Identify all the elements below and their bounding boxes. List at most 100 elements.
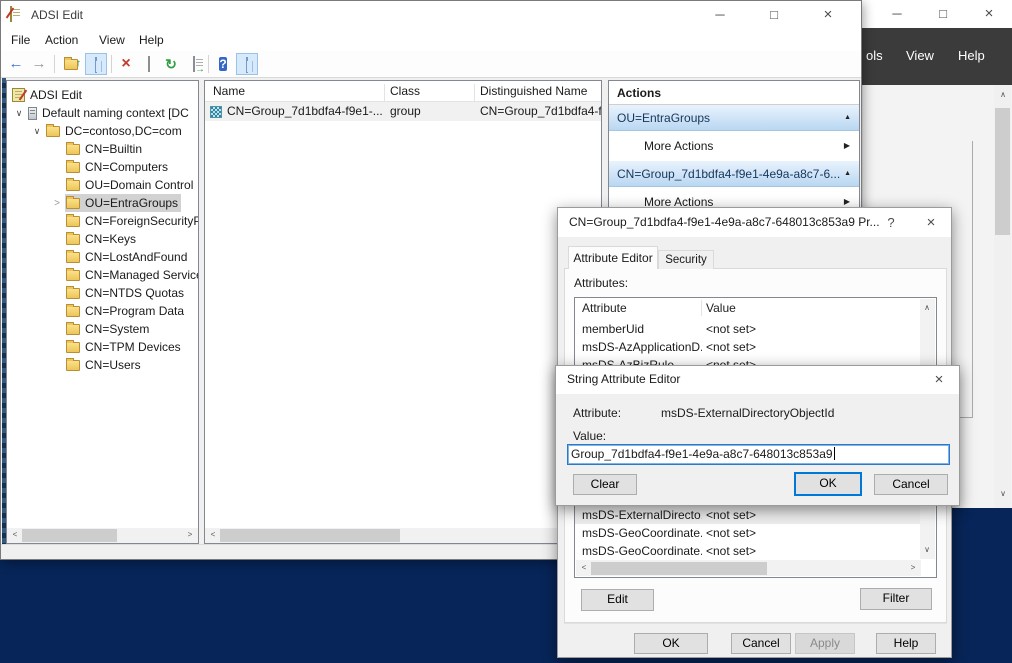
- tree-item-dc-contoso[interactable]: DC=contoso,DC=com: [7, 122, 198, 140]
- tree-item-adsi-edit[interactable]: ADSI Edit: [7, 86, 198, 104]
- column-separator[interactable]: [701, 300, 702, 316]
- scroll-down-icon[interactable]: [996, 487, 1010, 501]
- forward-icon[interactable]: →: [28, 53, 50, 75]
- apply-button[interactable]: Apply: [795, 633, 855, 654]
- dialog-titlebar[interactable]: String Attribute Editor: [556, 366, 959, 394]
- refresh-icon[interactable]: ↻: [160, 53, 182, 75]
- server-manager-scrollbar[interactable]: [994, 85, 1011, 508]
- menu-view[interactable]: View: [99, 33, 125, 47]
- tree-item-cn-builtin[interactable]: CN=Builtin: [7, 140, 198, 158]
- menu-action[interactable]: Action: [45, 33, 78, 47]
- value-input[interactable]: Group_7d1bdfa4-f9e1-4e9a-a8c7-648013c853…: [567, 444, 950, 465]
- menu-item-help[interactable]: Help: [958, 48, 985, 63]
- list-horizontal-scrollbar[interactable]: [205, 528, 601, 543]
- close-icon[interactable]: [915, 208, 947, 237]
- minimize-icon[interactable]: [874, 0, 920, 28]
- maximize-icon[interactable]: [920, 0, 966, 28]
- adsi-titlebar[interactable]: ADSI Edit: [1, 1, 861, 29]
- column-header-value[interactable]: Value: [706, 298, 736, 318]
- scroll-up-icon[interactable]: [996, 88, 1010, 102]
- menu-file[interactable]: File: [11, 33, 30, 47]
- help-button[interactable]: Help: [876, 633, 936, 654]
- help-icon[interactable]: ?: [212, 53, 234, 75]
- tree-item-cn-managed-service-accounts[interactable]: CN=Managed Service: [7, 266, 198, 284]
- tree-item-cn-lostandfound[interactable]: CN=LostAndFound: [7, 248, 198, 266]
- edit-button[interactable]: Edit: [581, 589, 654, 611]
- tree-item-ou-domain-controllers[interactable]: OU=Domain Control: [7, 176, 198, 194]
- dialog-titlebar[interactable]: CN=Group_7d1bdfa4-f9e1-4e9a-a8c7-648013c…: [558, 208, 951, 237]
- menu-help[interactable]: Help: [139, 33, 164, 47]
- close-icon[interactable]: [966, 0, 1012, 28]
- column-header-attribute[interactable]: Attribute: [582, 298, 627, 318]
- tree-item-cn-keys[interactable]: CN=Keys: [7, 230, 198, 248]
- column-separator[interactable]: [384, 84, 385, 101]
- ok-button[interactable]: OK: [634, 633, 708, 654]
- tree-item-cn-ntds-quotas[interactable]: CN=NTDS Quotas: [7, 284, 198, 302]
- filter-button[interactable]: Filter: [860, 588, 932, 610]
- chevron-expanded-icon[interactable]: [11, 108, 27, 119]
- scrollbar-thumb[interactable]: [22, 529, 117, 542]
- close-icon[interactable]: [805, 1, 851, 29]
- maximize-icon[interactable]: [751, 1, 797, 29]
- attribute-row-msds-geocoordinate-1[interactable]: msDS-GeoCoordinate... <not set>: [575, 524, 921, 542]
- column-separator[interactable]: [474, 84, 475, 101]
- export-list-icon[interactable]: →: [183, 53, 205, 75]
- attribute-row-msds-externaldirectoryobjectid[interactable]: msDS-ExternalDirecto... <not set>: [575, 506, 921, 524]
- column-header-dn[interactable]: Distinguished Name: [480, 84, 587, 98]
- minimize-icon[interactable]: [697, 1, 743, 29]
- tree-item-cn-tpm-devices[interactable]: CN=TPM Devices: [7, 338, 198, 356]
- collapse-icon[interactable]: [844, 161, 851, 187]
- menu-item-tools-partial[interactable]: ols: [866, 48, 883, 63]
- scroll-left-icon[interactable]: [8, 528, 22, 542]
- chevron-expanded-icon[interactable]: [29, 126, 45, 137]
- attribute-row-memberuid[interactable]: memberUid <not set>: [575, 320, 921, 338]
- folder-icon: [66, 180, 80, 191]
- scroll-right-icon[interactable]: [906, 561, 920, 575]
- tree-item-cn-computers[interactable]: CN=Computers: [7, 158, 198, 176]
- collapse-icon[interactable]: [844, 105, 851, 131]
- context-help-icon[interactable]: [875, 208, 907, 237]
- scroll-down-icon[interactable]: [920, 543, 934, 557]
- actions-section-cn-group[interactable]: CN=Group_7d1bdfa4-f9e1-4e9a-a8c7-6...: [609, 161, 859, 187]
- folder-icon: [46, 126, 60, 137]
- tree-horizontal-scrollbar[interactable]: [7, 528, 198, 543]
- scroll-up-icon[interactable]: [920, 301, 934, 315]
- cancel-button[interactable]: Cancel: [874, 474, 948, 495]
- tree-item-cn-system[interactable]: CN=System: [7, 320, 198, 338]
- column-header-class[interactable]: Class: [390, 84, 420, 98]
- chevron-collapsed-icon[interactable]: [49, 198, 65, 209]
- back-icon[interactable]: ←: [5, 53, 27, 75]
- scrollbar-thumb[interactable]: [995, 108, 1010, 235]
- more-actions-item[interactable]: More Actions: [609, 131, 859, 161]
- properties-icon[interactable]: [138, 53, 160, 75]
- attribute-row-msds-azapplicationd[interactable]: msDS-AzApplicationD... <not set>: [575, 338, 921, 356]
- cancel-button[interactable]: Cancel: [731, 633, 791, 654]
- scrollbar-thumb[interactable]: [591, 562, 767, 575]
- tree-item-ou-entragroups[interactable]: OU=EntraGroups: [7, 194, 198, 212]
- scroll-left-icon[interactable]: [577, 561, 591, 575]
- menu-item-view[interactable]: View: [906, 48, 934, 63]
- clear-button[interactable]: Clear: [573, 474, 637, 495]
- tree-item-cn-users[interactable]: CN=Users: [7, 356, 198, 374]
- ok-button[interactable]: OK: [794, 472, 862, 496]
- up-one-level-icon[interactable]: ↑: [60, 53, 82, 75]
- tab-attribute-editor[interactable]: Attribute Editor: [568, 246, 658, 269]
- close-icon[interactable]: [923, 366, 955, 394]
- attribute-row-msds-geocoordinate-2[interactable]: msDS-GeoCoordinate... <not set>: [575, 542, 921, 560]
- tree-item-default-naming-context[interactable]: Default naming context [DC: [7, 104, 198, 122]
- export-arrow-glyph: →: [195, 65, 205, 75]
- tab-security[interactable]: Security: [658, 250, 714, 269]
- list-row-group[interactable]: CN=Group_7d1bdfa4-f9e1-... group CN=Grou…: [205, 102, 601, 121]
- tree-item-cn-program-data[interactable]: CN=Program Data: [7, 302, 198, 320]
- adsi-edit-app-icon: [10, 6, 12, 22]
- tree-item-cn-foreignsecurityprincipals[interactable]: CN=ForeignSecurityP: [7, 212, 198, 230]
- show-action-pane-icon[interactable]: [236, 53, 258, 75]
- scroll-left-icon[interactable]: [206, 528, 220, 542]
- actions-section-ou-entragroups[interactable]: OU=EntraGroups: [609, 105, 859, 131]
- scroll-right-icon[interactable]: [183, 528, 197, 542]
- show-console-tree-icon[interactable]: [85, 53, 107, 75]
- attributes-horizontal-scrollbar[interactable]: [576, 560, 921, 576]
- column-header-name[interactable]: Name: [213, 84, 245, 98]
- delete-icon[interactable]: ×: [115, 53, 137, 75]
- scrollbar-thumb[interactable]: [220, 529, 400, 542]
